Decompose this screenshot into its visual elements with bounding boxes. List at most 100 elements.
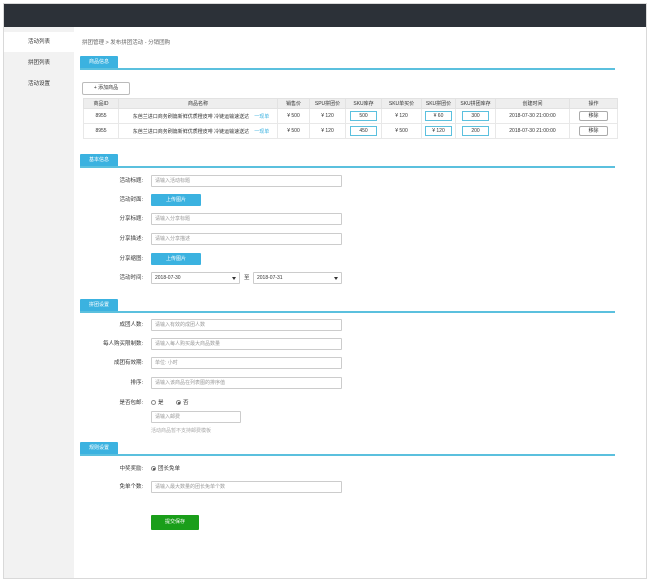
col-header: SKU拼团价 (421, 98, 456, 109)
shipping-hint: 活动商品暂不支持邮费模板 (151, 428, 212, 434)
created-time: 2018-07-30 21:00:00 (495, 108, 570, 124)
activity-title-input[interactable]: 请输入活动标题 (151, 175, 342, 187)
breadcrumb: 拼团管理 > 发布拼团活动 - 分销团购 (82, 40, 171, 46)
section-tab-basic: 基本信息 (80, 154, 118, 166)
radio-label: 是 (158, 400, 164, 406)
sku-single-price: ¥ 120 (381, 108, 422, 124)
share-title-input[interactable]: 请输入分享标题 (151, 213, 342, 225)
submit-save-button[interactable]: 提交保存 (151, 515, 199, 530)
group-size-input[interactable]: 请输入有效的成团人数 (151, 319, 342, 331)
section-tab-group: 拼团设置 (80, 299, 118, 311)
shipping-radio-no[interactable]: 否 (176, 397, 189, 409)
sku-single-price: ¥ 500 (381, 123, 422, 139)
col-header: 销售价 (277, 98, 310, 109)
share-desc-input[interactable]: 请输入分享描述 (151, 233, 342, 245)
sort-label: 排序: (130, 380, 143, 386)
sidebar-item-group-list[interactable]: 拼团列表 (4, 53, 74, 73)
sku-group-price-input[interactable]: ¥ 60 (425, 111, 452, 121)
col-header: 商品名称 (118, 98, 278, 109)
goods-id: 8955 (83, 123, 119, 139)
sidebar-item-activity-settings[interactable]: 活动设置 (4, 74, 74, 94)
spu-group-price: ¥ 120 (309, 108, 346, 124)
goods-name-cell: 东芭兰进口商务刷篇新鲜优质橙皮啡 冷链运输速送达 一现单 (118, 123, 278, 139)
col-header: 创建时间 (495, 98, 570, 109)
goods-id: 8955 (83, 108, 119, 124)
goods-name: 东芭兰进口商务刷篇新鲜优质橙皮啡 冷链运输速送达 (132, 128, 250, 135)
sku-stock-input[interactable]: 450 (350, 126, 377, 136)
col-header: 操作 (569, 98, 618, 109)
sale-price: ¥ 500 (277, 123, 310, 139)
share-image-label: 分享缩图: (119, 256, 143, 262)
sidebar-item-label: 拼团列表 (27, 60, 50, 66)
col-header: 商品ID (83, 98, 119, 109)
top-navigation-bar (4, 4, 646, 27)
share-desc-label: 分享描述: (119, 236, 143, 242)
radio-checked-icon (176, 400, 181, 405)
section-divider (80, 68, 615, 70)
purchase-limit-input[interactable]: 请输入每人购买最大商品数量 (151, 338, 342, 350)
postage-input[interactable]: 请输入邮费 (151, 411, 241, 423)
start-date-select[interactable]: 2018-07-30 (151, 272, 240, 284)
sku-group-price-cell: ¥ 60 (421, 108, 456, 124)
table-row: 8955 东芭兰进口商务刷篇新鲜优质橙皮啡 冷链运输速送达 一现单 ¥ 500 ¥… (83, 123, 618, 139)
goods-name-cell: 东芭兰进口商务刷篇新鲜优质橙皮啡 冷链运输速送达 一现单 (118, 108, 278, 124)
goods-link[interactable]: 一现单 (254, 129, 269, 135)
section-divider (80, 311, 615, 313)
activity-cover-label: 活动封面: (119, 197, 143, 203)
upload-cover-button[interactable]: 上传图片 (151, 194, 201, 206)
chevron-down-icon (232, 277, 236, 280)
action-cell: 移除 (569, 108, 618, 124)
free-count-input[interactable]: 请输入最大数量的团长免单个数 (151, 481, 342, 493)
activity-title-label: 活动标题: (119, 178, 143, 184)
sidebar-item-label: 活动设置 (27, 81, 50, 87)
sidebar-item-activity-list[interactable]: 活动列表 (4, 32, 74, 52)
section-divider (80, 166, 615, 168)
purchase-limit-label: 每人购买限制数: (102, 341, 143, 347)
app-window: 活动列表 拼团列表 活动设置 拼团管理 > 发布拼团活动 - 分销团购 商品信息… (3, 3, 647, 579)
share-title-label: 分享标题: (119, 216, 143, 222)
start-date-value: 2018-07-30 (155, 275, 181, 281)
action-cell: 移除 (569, 123, 618, 139)
sku-stock-input[interactable]: 500 (350, 111, 377, 121)
sku-group-price-input[interactable]: ¥ 120 (425, 126, 452, 136)
free-shipping-label: 是否包邮: (119, 400, 143, 406)
spu-group-price: ¥ 120 (309, 123, 346, 139)
section-tab-rule: 规则设置 (80, 442, 118, 454)
main-content: 拼团管理 > 发布拼团活动 - 分销团购 商品信息 + 添加商品 商品ID 商品… (74, 27, 646, 578)
add-goods-button[interactable]: + 添加商品 (82, 82, 130, 95)
free-count-label: 免单个数: (119, 484, 143, 490)
section-tab-goods: 商品信息 (80, 56, 118, 68)
sku-stock-cell: 500 (345, 108, 382, 124)
valid-period-input[interactable]: 单位: 小时 (151, 357, 342, 369)
sku-group-stock-input[interactable]: 200 (462, 126, 489, 136)
sale-price: ¥ 500 (277, 108, 310, 124)
col-header: SPU拼团价 (309, 98, 346, 109)
sku-group-stock-cell: 200 (455, 123, 496, 139)
end-date-value: 2018-07-31 (257, 275, 283, 281)
shipping-radio-yes[interactable]: 是 (151, 397, 164, 409)
sort-input[interactable]: 请输入该商品在列表图的排序值 (151, 377, 342, 389)
goods-link[interactable]: 一现单 (254, 114, 269, 120)
upload-share-image-button[interactable]: 上传图片 (151, 253, 201, 265)
col-header: SKU单买价 (381, 98, 422, 109)
table-header-row: 商品ID 商品名称 销售价 SPU拼团价 SKU库存 SKU单买价 SKU拼团价… (83, 98, 618, 109)
reward-radio-leader-free[interactable]: 团长免单 (151, 463, 180, 475)
radio-icon (151, 400, 156, 405)
sidebar-item-label: 活动列表 (27, 39, 50, 45)
sku-stock-cell: 450 (345, 123, 382, 139)
col-header: SKU拼团库存 (455, 98, 496, 109)
col-header: SKU库存 (345, 98, 382, 109)
reward-label: 中奖奖励: (119, 466, 143, 472)
table-row: 8955 东芭兰进口商务刷篇新鲜优质橙皮啡 冷链运输速送达 一现单 ¥ 500 ¥… (83, 108, 618, 124)
end-date-select[interactable]: 2018-07-31 (253, 272, 342, 284)
remove-button[interactable]: 移除 (579, 111, 608, 121)
section-divider (80, 454, 615, 456)
radio-checked-icon (151, 466, 156, 471)
chevron-down-icon (334, 277, 338, 280)
radio-label: 否 (183, 400, 189, 406)
goods-name: 东芭兰进口商务刷篇新鲜优质橙皮啡 冷链运输速送达 (132, 113, 250, 120)
group-size-label: 成团人数: (119, 322, 143, 328)
sku-group-stock-input[interactable]: 300 (462, 111, 489, 121)
remove-button[interactable]: 移除 (579, 126, 608, 136)
date-range-separator: 至 (244, 275, 250, 281)
